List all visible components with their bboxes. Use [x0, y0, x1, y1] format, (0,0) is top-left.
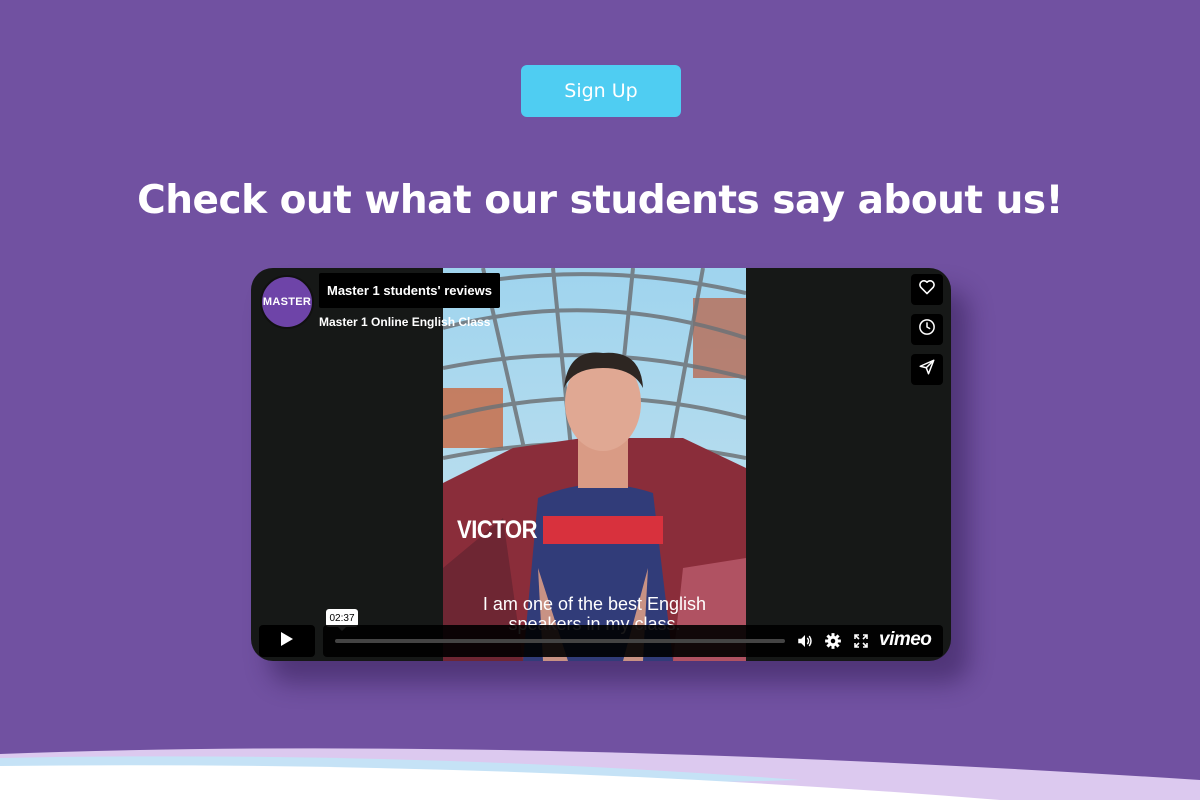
footer-wave	[0, 748, 1200, 800]
gear-icon[interactable]	[823, 631, 843, 651]
share-button[interactable]	[911, 354, 943, 385]
clock-icon	[918, 318, 936, 341]
play-icon	[280, 631, 294, 652]
heart-icon	[918, 279, 936, 300]
fullscreen-icon[interactable]	[851, 631, 871, 651]
caption-line-1: I am one of the best English	[482, 594, 707, 614]
video-byline[interactable]: Master 1 Online English Class	[319, 315, 490, 329]
like-button[interactable]	[911, 274, 943, 305]
channel-avatar[interactable]: MASTER	[260, 275, 314, 329]
vimeo-logo[interactable]: vimeo	[879, 629, 932, 651]
name-overlay: VICTOR	[457, 516, 538, 544]
video-player[interactable]: MASTER Master 1 students' reviews Master…	[251, 268, 951, 661]
progress-bar[interactable]	[335, 639, 785, 643]
send-icon	[918, 358, 936, 381]
player-controls: 02:37 vimeo	[259, 609, 943, 657]
watch-later-button[interactable]	[911, 314, 943, 345]
sign-up-button[interactable]: Sign Up	[521, 65, 681, 117]
video-title[interactable]: Master 1 students' reviews	[319, 273, 500, 308]
page-title: Check out what our students say about us…	[137, 178, 1063, 223]
play-button[interactable]	[259, 625, 315, 657]
control-bar: vimeo	[323, 625, 943, 657]
volume-icon[interactable]	[795, 631, 815, 651]
